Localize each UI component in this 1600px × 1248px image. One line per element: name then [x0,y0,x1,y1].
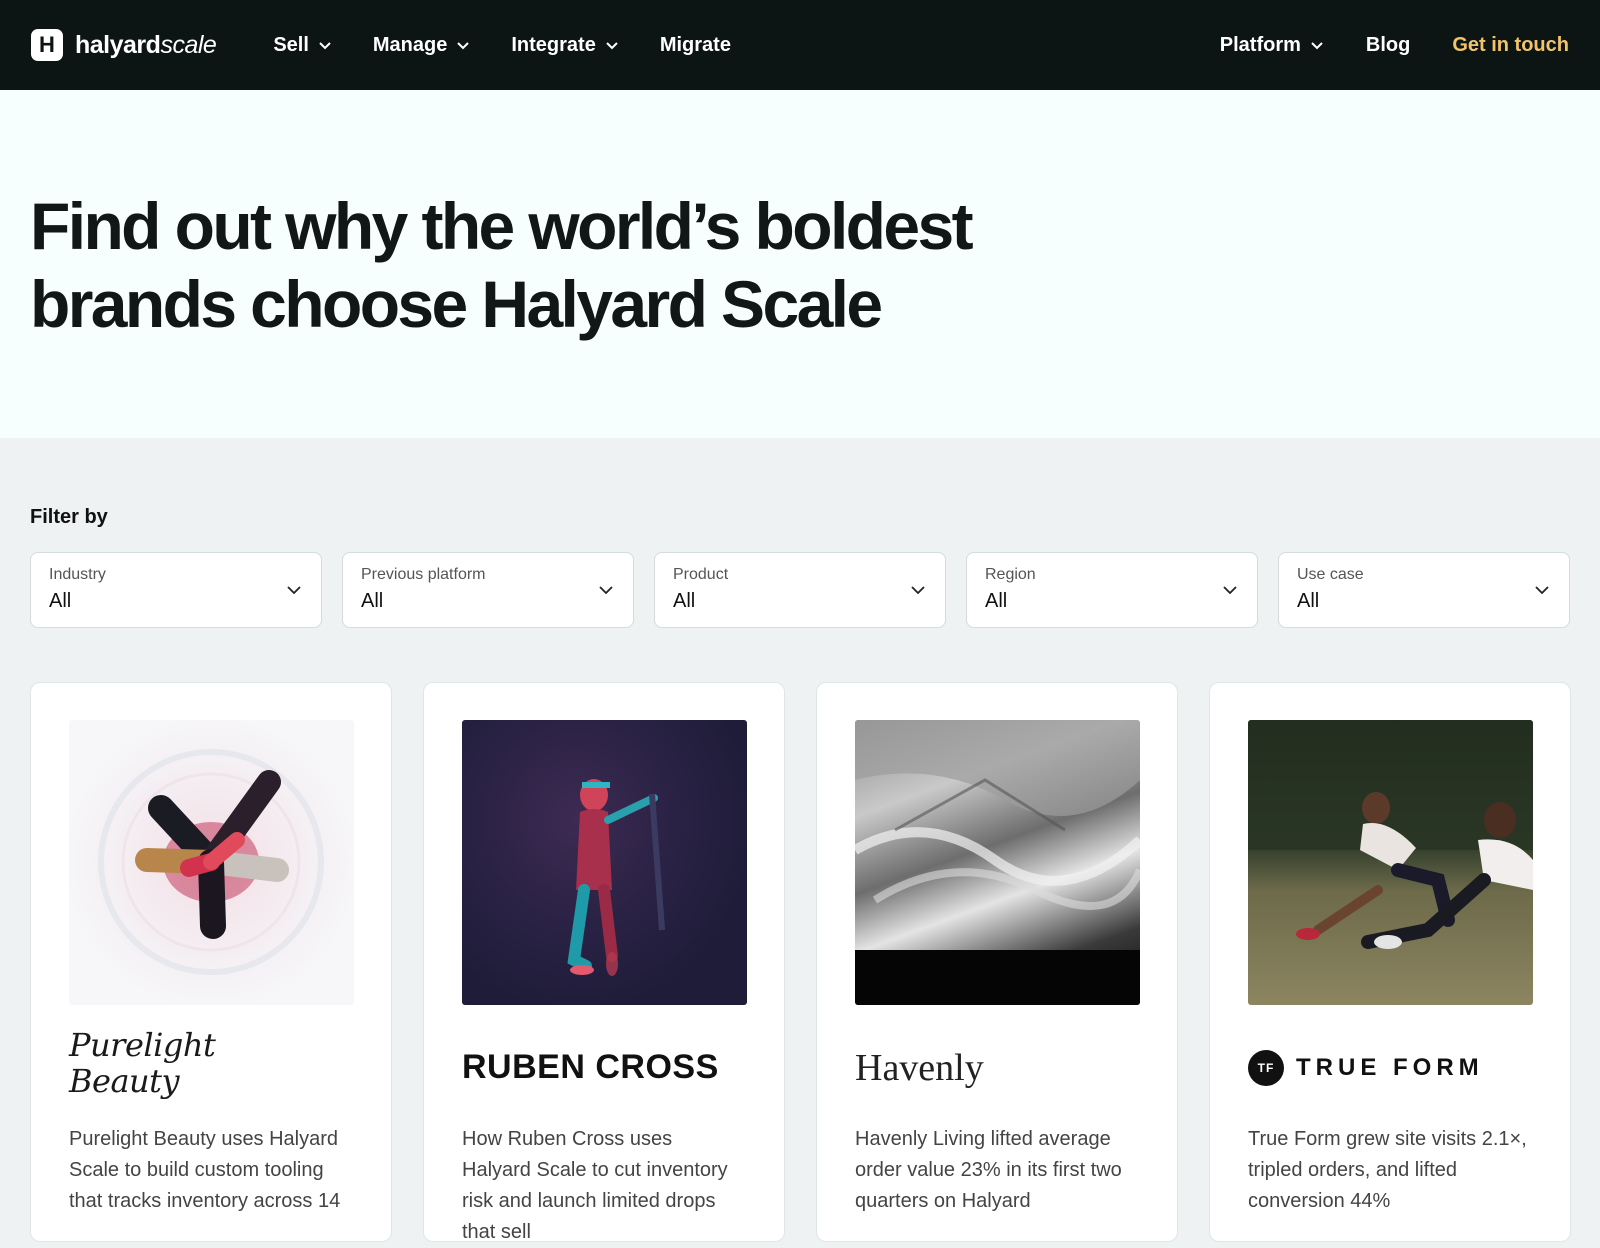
page-title-line-1: Find out why the world’s boldest [30,189,974,263]
get-in-touch-link[interactable]: Get in touch [1452,34,1569,57]
filter-label: Product [673,566,729,583]
logo-word-light: scale [160,30,217,59]
nav-sell[interactable]: Sell [273,34,332,57]
brand-logo-true-form: TF TRUE FORM [1248,1025,1532,1110]
logo[interactable]: H halyardscale [31,29,217,61]
filter-heading: Filter by [30,506,108,528]
nav-migrate-label: Migrate [659,33,731,56]
chevron-down-icon [1311,42,1323,50]
case-study-card-purelight[interactable]: Purelight Beauty Purelight Beauty uses Ha… [30,682,392,1242]
case-study-image [855,720,1140,1005]
nav-blog[interactable]: Blog [1366,34,1410,57]
nav-blog-label: Blog [1365,33,1411,56]
bedding-illustration [855,720,1140,1005]
top-navigation: H halyardscale Sell Manage Integrate Mig… [0,0,1600,90]
chevron-down-icon [606,42,618,50]
athlete-illustration [567,779,665,976]
case-study-card-true-form[interactable]: TF TRUE FORM True Form grew site visits … [1209,682,1571,1242]
page-title-line-2: brands choose Halyard Scale [30,267,883,341]
logo-word-bold: halyard [75,30,161,59]
nav-manage-label: Manage [372,33,448,56]
brand-logo-purelight: Purelight Beauty [69,1025,353,1110]
women-stretching-illustration [1248,720,1533,949]
product-filter-select[interactable]: Product All [654,552,946,628]
case-study-description: How Ruben Cross uses Halyard Scale to cu… [462,1128,728,1243]
chevron-down-icon [319,42,331,50]
chevron-down-icon [1223,586,1237,595]
secondary-nav: Platform Blog Get in touch [1220,34,1569,57]
case-study-description: True Form grew site visits 2.1×, tripled… [1248,1128,1527,1212]
filter-label: Use case [1297,566,1364,583]
filter-value: All [985,590,1008,612]
case-study-description: Purelight Beauty uses Halyard Scale to b… [69,1128,341,1212]
lipsticks-illustration [98,749,324,975]
nav-migrate[interactable]: Migrate [660,34,731,57]
nav-platform[interactable]: Platform [1220,34,1324,57]
brand-wordmark: TRUE FORM [1296,1053,1484,1081]
filter-value: All [361,590,384,612]
nav-platform-label: Platform [1219,33,1301,56]
filter-value: All [673,590,696,612]
use-case-filter-select[interactable]: Use case All [1278,552,1570,628]
chevron-down-icon [287,586,301,595]
nav-sell-label: Sell [273,33,309,56]
case-study-description: Havenly Living lifted average order valu… [855,1128,1122,1212]
case-study-image [1248,720,1533,1005]
logo-wordmark: halyardscale [75,30,217,60]
chevron-down-icon [599,586,613,595]
true-form-logo-mark: TF [1248,1049,1284,1086]
nav-integrate-label: Integrate [511,33,596,56]
page-title: Find out why the world’s boldest brands … [30,187,1030,343]
filter-value: All [1297,590,1320,612]
industry-filter-select[interactable]: Industry All [30,552,322,628]
filter-label: Industry [49,566,106,583]
case-study-image [462,720,747,1005]
brand-logo-havenly: Havenly [855,1046,984,1089]
chevron-down-icon [457,42,470,50]
filter-value: All [49,590,72,612]
primary-nav: Sell Manage Integrate Migrate [273,34,731,57]
filter-label: Previous platform [361,566,486,583]
chevron-down-icon [911,586,925,595]
region-filter-select[interactable]: Region All [966,552,1258,628]
filter-bar: Industry All Previous platform All Produ… [30,552,1570,628]
filter-label: Region [985,566,1036,583]
case-study-card-havenly[interactable]: Havenly Havenly Living lifted average or… [816,682,1178,1242]
brand-logo-ruben-cross: RUBEN CROSS [462,1048,719,1086]
case-study-image [69,720,354,1005]
nav-manage[interactable]: Manage [373,34,470,57]
hero: Find out why the world’s boldest brands … [0,90,1600,438]
brand-line-1: Purelight [69,1026,216,1064]
brand-line-2: Beauty [69,1062,180,1100]
case-study-grid: Purelight Beauty Purelight Beauty uses Ha… [30,682,1571,1243]
logo-mark: H [31,29,63,61]
case-study-card-ruben-cross[interactable]: RUBEN CROSS How Ruben Cross uses Halyard… [423,682,785,1243]
chevron-down-icon [1535,586,1549,595]
nav-integrate[interactable]: Integrate [511,34,618,57]
previous-platform-filter-select[interactable]: Previous platform All [342,552,634,628]
